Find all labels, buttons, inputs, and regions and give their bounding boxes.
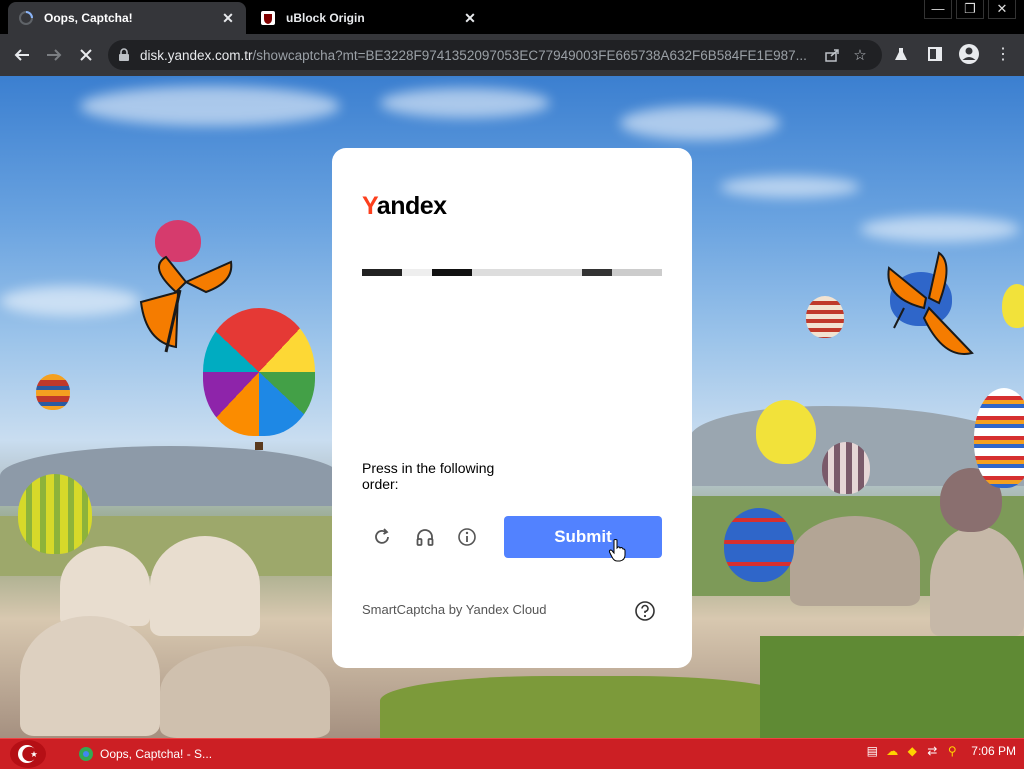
strip-segment <box>582 269 612 276</box>
hot-air-balloon <box>806 296 844 338</box>
stop-loading-icon[interactable] <box>70 39 102 71</box>
profile-avatar-icon[interactable] <box>954 39 984 69</box>
cloud <box>860 216 1020 242</box>
tab-close-icon[interactable]: ✕ <box>220 10 236 26</box>
tab-title: uBlock Origin <box>286 11 365 25</box>
system-tray: ▤ ☁ ◆ ⇄ ⚲ 7:06 PM <box>865 744 1016 758</box>
extension-flask-icon[interactable] <box>886 39 916 69</box>
search-icon[interactable]: ⚲ <box>945 744 959 758</box>
refresh-icon[interactable] <box>369 524 395 550</box>
help-icon[interactable] <box>634 600 656 622</box>
hot-air-balloon <box>756 400 816 464</box>
hot-air-balloon <box>724 508 794 582</box>
lock-icon[interactable] <box>118 48 132 62</box>
tab-ublock-origin[interactable]: uBlock Origin ✕ <box>250 2 488 34</box>
rock-formation <box>160 646 330 738</box>
logo-letter-y: Y <box>362 192 377 220</box>
rock-formation <box>790 516 920 606</box>
captcha-image-strip <box>362 269 662 276</box>
captcha-card: Yandex Press in the following order: Sub… <box>332 148 692 668</box>
info-icon[interactable] <box>454 524 480 550</box>
hot-air-balloon <box>974 388 1024 488</box>
logo-rest: andex <box>376 192 447 220</box>
clock: 7:06 PM <box>971 744 1016 758</box>
rock-formation <box>930 526 1024 636</box>
menu-kebab-icon[interactable]: ⋮ <box>988 39 1018 69</box>
submit-button[interactable]: Submit <box>504 516 662 558</box>
back-icon[interactable] <box>6 39 38 71</box>
loading-spinner-icon <box>18 10 34 26</box>
start-button[interactable] <box>10 740 46 768</box>
toolbar-right: ⋮ <box>886 39 1018 69</box>
strip-segment <box>362 269 402 276</box>
strip-segment <box>472 269 582 276</box>
keyboard-icon[interactable]: ▤ <box>865 744 879 758</box>
cloud <box>380 88 550 118</box>
strip-segment <box>612 269 662 276</box>
tab-oops-captcha[interactable]: Oops, Captcha! ✕ <box>8 2 246 34</box>
cloud <box>80 86 340 126</box>
minimize-icon[interactable]: — <box>924 0 952 19</box>
captcha-instruction: Press in the following order: <box>362 460 495 492</box>
captcha-image[interactable] <box>362 269 662 439</box>
address-bar[interactable]: disk.yandex.com.tr/showcaptcha?mt=BE3228… <box>108 40 882 70</box>
tab-title: Oops, Captcha! <box>44 11 133 25</box>
grass-hill <box>380 676 800 738</box>
cloud <box>620 106 780 140</box>
tab-close-icon[interactable]: ✕ <box>462 10 478 26</box>
yandex-logo: Yandex <box>362 192 447 221</box>
taskbar-item-browser[interactable]: Oops, Captcha! - S... <box>72 742 222 766</box>
butterfly-icon <box>139 255 233 353</box>
network-icon[interactable]: ⇄ <box>925 744 939 758</box>
cloud <box>0 286 140 316</box>
hand-cursor-icon <box>608 539 626 562</box>
audio-headphones-icon[interactable] <box>412 524 438 550</box>
close-window-icon[interactable]: ✕ <box>988 0 1016 19</box>
browser-toolbar: disk.yandex.com.tr/showcaptcha?mt=BE3228… <box>0 34 1024 76</box>
rock-formation <box>20 616 160 736</box>
strip-segment <box>402 269 432 276</box>
share-icon[interactable] <box>818 41 846 69</box>
strip-segment <box>432 269 472 276</box>
shield-icon[interactable]: ◆ <box>905 744 919 758</box>
restore-icon[interactable]: ❐ <box>956 0 984 19</box>
captcha-footer: SmartCaptcha by Yandex Cloud <box>362 602 547 617</box>
hot-air-balloon <box>822 442 870 494</box>
taskbar-item-label: Oops, Captcha! - S... <box>100 747 213 761</box>
butterfly-icon <box>887 251 974 355</box>
browser-app-icon <box>79 747 93 761</box>
rock-formation <box>150 536 260 636</box>
browser-titlebar: Oops, Captcha! ✕ uBlock Origin ✕ — ❐ ✕ <box>0 0 1024 34</box>
crescent-star-icon <box>18 745 38 763</box>
bookmark-star-icon[interactable]: ☆ <box>846 41 874 69</box>
forward-icon[interactable] <box>38 39 70 71</box>
tree-cluster <box>760 636 1024 738</box>
cloud <box>720 176 860 198</box>
balloon-basket <box>255 442 263 450</box>
rock-formation <box>60 546 150 626</box>
side-panel-icon[interactable] <box>920 39 950 69</box>
window-controls: — ❐ ✕ <box>924 0 1016 19</box>
hot-air-balloon <box>18 474 92 554</box>
url-path: /showcaptcha?mt=BE3228F9741352097053EC77… <box>252 47 807 63</box>
url-host: disk.yandex.com.tr <box>140 47 253 63</box>
hot-air-balloon <box>1002 284 1024 328</box>
hot-air-balloon <box>36 374 70 410</box>
url-text[interactable]: disk.yandex.com.tr/showcaptcha?mt=BE3228… <box>140 48 818 63</box>
ublock-icon <box>260 10 276 26</box>
cloud-sync-icon[interactable]: ☁ <box>885 744 899 758</box>
os-taskbar: Oops, Captcha! - S... ▤ ☁ ◆ ⇄ ⚲ 7:06 PM <box>0 738 1024 769</box>
